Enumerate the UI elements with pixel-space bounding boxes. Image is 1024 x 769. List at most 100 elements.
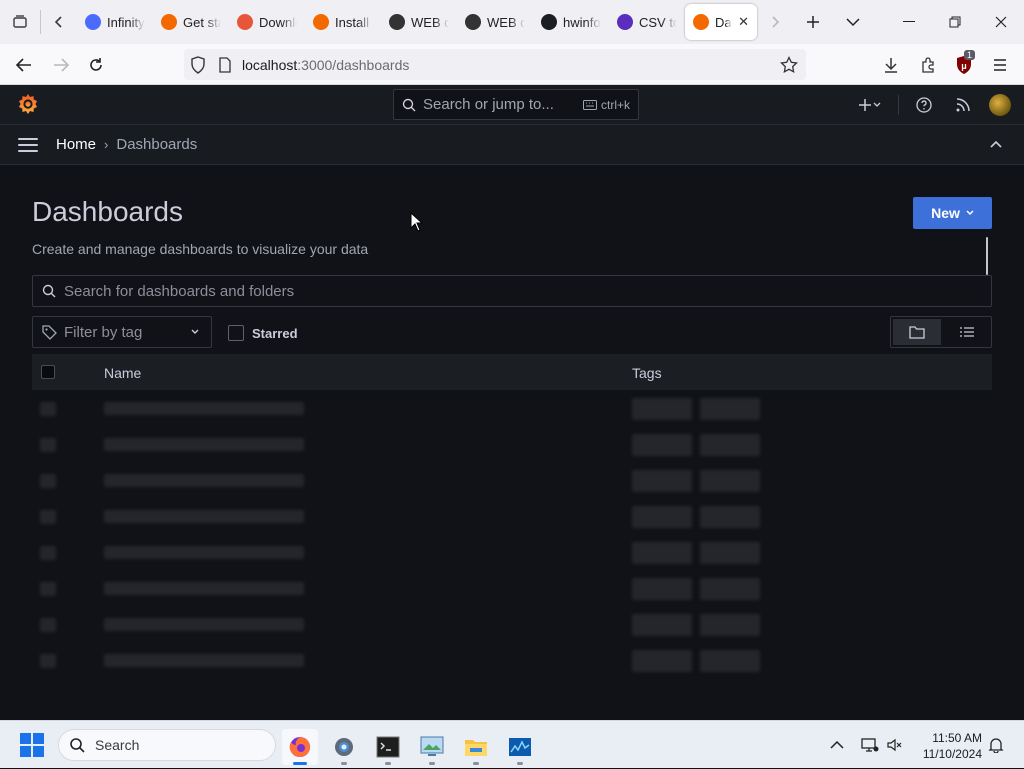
menu-icon[interactable] [982, 47, 1018, 83]
row-checkbox-skeleton [40, 438, 56, 452]
row-checkbox-skeleton [40, 546, 56, 560]
tab-label: Infinity [107, 14, 145, 30]
select-all-checkbox[interactable] [41, 365, 55, 379]
tab-label: Download [259, 14, 297, 30]
column-tags: Tags [632, 365, 662, 381]
forward-icon[interactable] [43, 47, 79, 83]
scrollbar-thumb[interactable] [986, 237, 988, 275]
news-rss-icon[interactable] [951, 85, 975, 125]
row-checkbox-skeleton [40, 402, 56, 416]
bookmark-star-icon[interactable] [780, 55, 798, 74]
chevron-down-icon [191, 329, 199, 335]
page-info-icon[interactable] [218, 56, 232, 73]
row-checkbox-skeleton [40, 618, 56, 632]
breadcrumb: Home › Dashboards [56, 136, 197, 153]
grafana-icon [693, 14, 709, 30]
tag-skeleton [632, 578, 692, 600]
name-skeleton [104, 582, 304, 595]
tag-skeleton [632, 542, 692, 564]
tag-skeleton [632, 470, 692, 492]
network-icon[interactable] [861, 721, 879, 769]
dashboard-search-input[interactable]: Search for dashboards and folders [32, 275, 992, 307]
settings-app-icon[interactable] [326, 729, 362, 765]
tab-scroll-right-icon[interactable] [757, 0, 793, 44]
terminal-app-icon[interactable] [370, 729, 406, 765]
column-name[interactable]: Name [104, 365, 141, 381]
name-skeleton [104, 654, 304, 667]
tab-label: Install [335, 14, 369, 30]
close-window-icon[interactable] [978, 0, 1024, 44]
close-tab-icon[interactable]: ✕ [738, 14, 749, 30]
tag-skeleton [700, 398, 760, 420]
chevron-right-icon: › [104, 137, 109, 152]
browser-tab[interactable]: Download [229, 4, 305, 40]
reload-icon[interactable] [78, 47, 114, 83]
new-button-label: New [931, 205, 960, 221]
url-host: localhost [242, 56, 298, 73]
taskbar-search[interactable]: Search [58, 729, 276, 761]
browser-tab[interactable]: WEB data [457, 4, 533, 40]
url-bar[interactable]: localhost:3000/dashboards [184, 49, 806, 80]
keyboard-icon [582, 99, 597, 110]
ublock-origin-icon[interactable]: μ 1 [946, 47, 982, 83]
browser-tab[interactable]: Infinity [77, 4, 153, 40]
shortcut-label: ctrl+k [600, 97, 630, 112]
tag-skeleton [632, 650, 692, 672]
downloads-icon[interactable] [873, 47, 909, 83]
clock-time: 11:50 AM [932, 731, 982, 745]
name-skeleton [104, 438, 304, 451]
tag-skeleton [700, 614, 760, 636]
add-new-menu[interactable] [852, 85, 888, 125]
url-text: localhost:3000/dashboards [242, 57, 409, 73]
list-view-icon[interactable] [943, 317, 991, 347]
browser-tab[interactable]: Get started [153, 4, 229, 40]
filter-by-tag-select[interactable]: Filter by tag [32, 316, 212, 348]
help-icon[interactable] [912, 85, 936, 125]
starred-filter[interactable]: Starred [228, 325, 298, 341]
grafana-search-bar[interactable]: Search or jump to... ctrl+k [393, 89, 639, 120]
tab-label: WEB data [487, 14, 525, 30]
show-hidden-icons[interactable] [830, 721, 844, 769]
search-icon [42, 284, 56, 298]
list-all-tabs-icon[interactable] [833, 0, 873, 44]
extensions-icon[interactable] [910, 47, 946, 83]
firefox-app-icon[interactable] [282, 729, 318, 765]
minimize-icon[interactable] [886, 0, 932, 44]
tag-skeleton [632, 434, 692, 456]
starred-checkbox[interactable] [228, 325, 244, 341]
tracking-shield-icon[interactable] [190, 55, 206, 74]
tag-skeleton [632, 506, 692, 528]
breadcrumb-home[interactable]: Home [56, 136, 96, 153]
new-tab-icon[interactable] [793, 0, 833, 44]
resource-monitor-app-icon[interactable] [502, 729, 538, 765]
grafana-logo-icon[interactable] [17, 93, 39, 115]
taskbar-search-label: Search [95, 737, 140, 753]
file-explorer-app-icon[interactable] [458, 729, 494, 765]
restore-icon[interactable] [932, 0, 978, 44]
tab-scroll-left-icon[interactable] [41, 0, 77, 44]
dashboard-list-loading [32, 390, 992, 690]
collapse-header-icon[interactable] [990, 136, 1002, 151]
menu-toggle-icon[interactable] [18, 138, 38, 152]
browser-tab[interactable]: hwinfo [533, 4, 609, 40]
back-icon[interactable] [6, 47, 42, 83]
folder-view-icon[interactable] [893, 319, 941, 345]
start-windows-icon[interactable] [20, 733, 44, 757]
row-checkbox-skeleton [40, 474, 56, 488]
browser-tab[interactable]: Install [305, 4, 381, 40]
svg-text:μ: μ [961, 61, 967, 71]
browser-tab[interactable]: WEB data [381, 4, 457, 40]
tab-dashboards[interactable]: Dashboards ✕ [685, 4, 757, 40]
keyboard-shortcut: ctrl+k [582, 97, 630, 112]
tab-label: WEB data [411, 14, 449, 30]
system-clock[interactable]: 11:50 AM 11/10/2024 [916, 730, 982, 762]
browser-tab[interactable]: CSV to [609, 4, 685, 40]
tag-skeleton [632, 614, 692, 636]
table-row-loading [32, 390, 992, 426]
notifications-bell-icon[interactable] [988, 721, 1004, 769]
user-avatar[interactable] [989, 94, 1011, 116]
new-button[interactable]: New [913, 197, 992, 229]
tab-overview-icon[interactable] [0, 0, 40, 44]
volume-muted-icon[interactable] [887, 721, 903, 769]
remote-desktop-app-icon[interactable] [414, 729, 450, 765]
